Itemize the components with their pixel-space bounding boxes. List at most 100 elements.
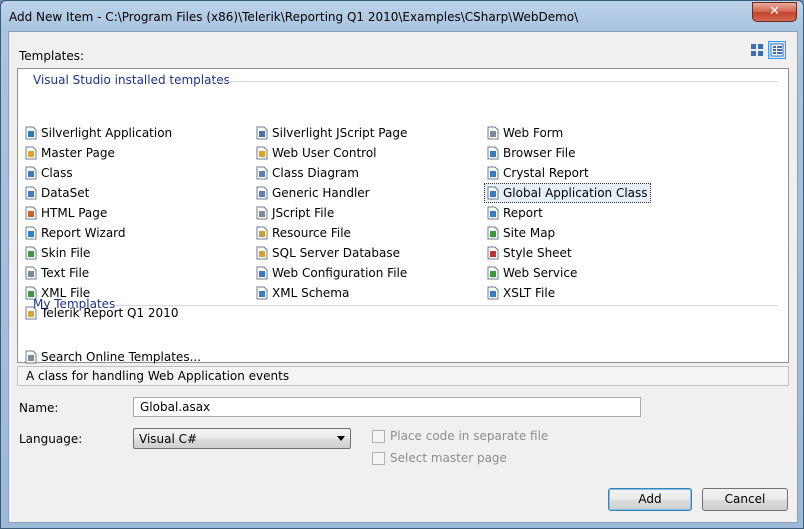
template-item[interactable]: Search Online Templates...	[23, 348, 203, 366]
template-item[interactable]: Master Page	[23, 144, 117, 162]
templates-label: Templates:	[19, 49, 85, 63]
add-new-item-dialog: Add New Item - C:\Program Files (x86)\Te…	[0, 0, 804, 529]
master-page-icon	[24, 146, 38, 160]
template-item-label: Global Application Class	[503, 186, 648, 200]
template-item[interactable]: Class	[23, 164, 75, 182]
template-item[interactable]: Class Diagram	[254, 164, 361, 182]
template-item-label: Silverlight JScript Page	[272, 126, 408, 140]
web-service-icon	[486, 266, 500, 280]
large-icons-icon	[751, 44, 763, 56]
templates-list[interactable]: Visual Studio installed templates Silver…	[17, 68, 789, 366]
template-item-label: JScript File	[272, 206, 335, 220]
global-app-class-icon	[486, 186, 500, 200]
template-item[interactable]: XML Schema	[254, 284, 351, 302]
xslt-file-icon	[486, 286, 500, 300]
template-item-label: SQL Server Database	[272, 246, 400, 260]
template-item-label: XSLT File	[503, 286, 556, 300]
html-page-icon	[24, 206, 38, 220]
dataset-icon	[24, 186, 38, 200]
template-item[interactable]: Resource File	[254, 224, 353, 242]
template-item[interactable]: DataSet	[23, 184, 91, 202]
cancel-button[interactable]: Cancel	[702, 488, 788, 511]
template-item-label: Class Diagram	[272, 166, 359, 180]
name-input[interactable]: Global.asax	[133, 397, 641, 417]
checkbox-box[interactable]	[372, 452, 385, 465]
template-item[interactable]: Silverlight Application	[23, 124, 174, 142]
small-icons-view-button[interactable]	[768, 41, 786, 59]
xml-schema-icon	[255, 286, 269, 300]
template-item[interactable]: HTML Page	[23, 204, 109, 222]
template-item[interactable]: Skin File	[23, 244, 92, 262]
template-item-label: Web User Control	[272, 146, 377, 160]
template-item[interactable]: Silverlight JScript Page	[254, 124, 409, 142]
report-wizard-icon	[24, 226, 38, 240]
add-button[interactable]: Add	[608, 488, 692, 511]
template-item-label: Web Form	[503, 126, 564, 140]
title-bar[interactable]: Add New Item - C:\Program Files (x86)\Te…	[1, 1, 803, 31]
template-item[interactable]: Text File	[23, 264, 91, 282]
class-icon	[24, 166, 38, 180]
class-diagram-icon	[255, 166, 269, 180]
template-item-label: Web Service	[503, 266, 578, 280]
template-item[interactable]: Style Sheet	[485, 244, 574, 262]
template-item-label: Class	[41, 166, 73, 180]
dialog-client-area: Templates: Visual Studio installed templ…	[8, 31, 798, 523]
group-divider	[210, 81, 778, 82]
installed-templates-header: Visual Studio installed templates	[33, 73, 230, 87]
language-value: Visual C#	[139, 432, 198, 446]
template-item-label: Generic Handler	[272, 186, 370, 200]
silverlight-app-icon	[24, 126, 38, 140]
site-map-icon	[486, 226, 500, 240]
report-icon	[486, 206, 500, 220]
template-item-label: Crystal Report	[503, 166, 589, 180]
chevron-down-icon	[337, 436, 345, 441]
template-item[interactable]: Web User Control	[254, 144, 379, 162]
template-item[interactable]: Browser File	[485, 144, 578, 162]
template-item[interactable]: Site Map	[485, 224, 557, 242]
template-item[interactable]: Report Wizard	[23, 224, 128, 242]
name-label: Name:	[19, 401, 59, 415]
group-divider	[116, 305, 778, 306]
web-config-icon	[255, 266, 269, 280]
large-icons-view-button[interactable]	[748, 41, 766, 59]
my-templates-header: My Templates	[33, 297, 116, 311]
template-item[interactable]: Global Application Class	[484, 183, 651, 203]
sql-database-icon	[255, 246, 269, 260]
template-item-label: Web Configuration File	[272, 266, 408, 280]
master-page-label: Select master page	[390, 451, 507, 465]
template-item-label: Style Sheet	[503, 246, 572, 260]
template-item-label: HTML Page	[41, 206, 108, 220]
template-item[interactable]: JScript File	[254, 204, 336, 222]
template-item[interactable]: Generic Handler	[254, 184, 372, 202]
crystal-report-icon	[486, 166, 500, 180]
template-item[interactable]: Crystal Report	[485, 164, 591, 182]
template-item[interactable]: Report	[485, 204, 545, 222]
template-item-label: Browser File	[503, 146, 576, 160]
template-item-label: Report	[503, 206, 543, 220]
browser-file-icon	[486, 146, 500, 160]
template-item-label: Skin File	[41, 246, 91, 260]
template-item-label: XML Schema	[272, 286, 350, 300]
checkbox-box[interactable]	[372, 430, 385, 443]
text-file-icon	[24, 266, 38, 280]
template-item-label: Search Online Templates...	[41, 350, 202, 364]
template-item[interactable]: Web Service	[485, 264, 579, 282]
language-label: Language:	[19, 432, 83, 446]
jscript-file-icon	[255, 206, 269, 220]
template-item[interactable]: Web Form	[485, 124, 565, 142]
close-button[interactable]: ✕	[752, 2, 797, 22]
template-item[interactable]: SQL Server Database	[254, 244, 402, 262]
language-select[interactable]: Visual C#	[133, 428, 351, 449]
template-item[interactable]: Web Configuration File	[254, 264, 409, 282]
template-item-label: Text File	[41, 266, 90, 280]
web-user-control-icon	[255, 146, 269, 160]
template-description: A class for handling Web Application eve…	[17, 366, 789, 386]
template-item-label: Master Page	[41, 146, 115, 160]
style-sheet-icon	[486, 246, 500, 260]
silverlight-jscript-icon	[255, 126, 269, 140]
skin-file-icon	[24, 246, 38, 260]
generic-handler-icon	[255, 186, 269, 200]
template-item-label: Silverlight Application	[41, 126, 173, 140]
template-item[interactable]: XSLT File	[485, 284, 557, 302]
small-icons-icon	[770, 43, 784, 57]
